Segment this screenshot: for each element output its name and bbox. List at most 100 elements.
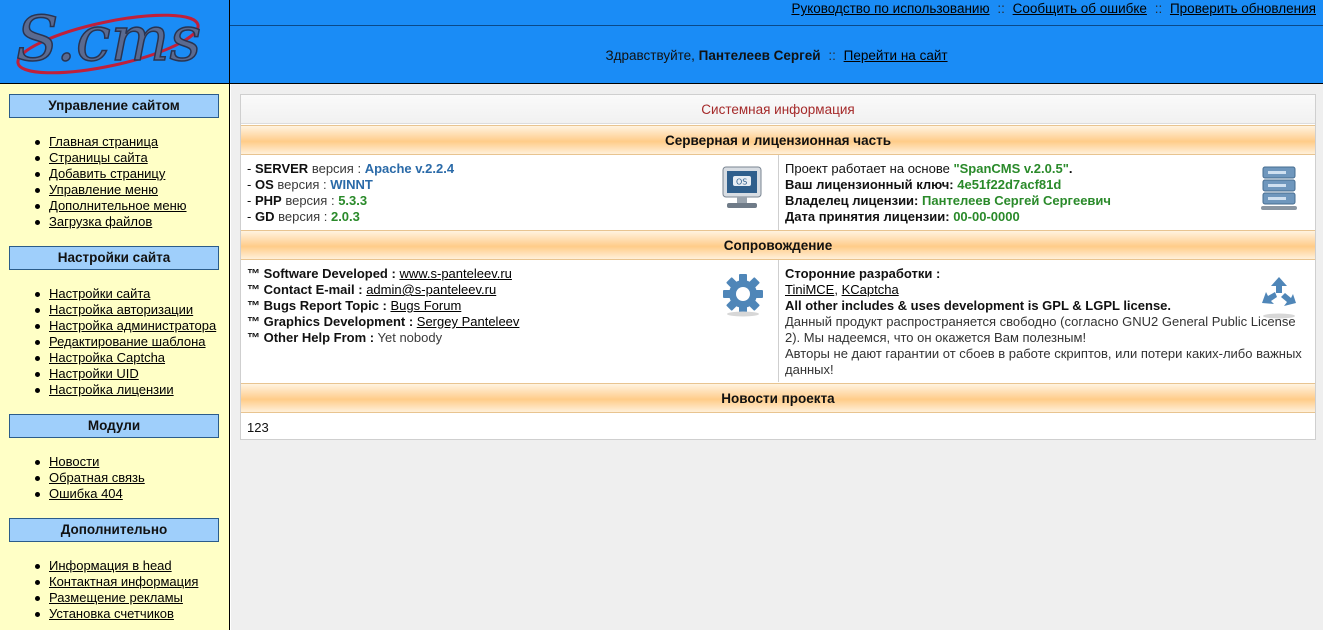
list-item: Настройка лицензии: [33, 382, 216, 398]
sidebar-item-settings[interactable]: Настройки сайта: [49, 286, 150, 301]
php-label: PHP: [254, 193, 282, 208]
bugs-label: ™ Bugs Report Topic :: [247, 298, 387, 313]
sidebar-item-captcha[interactable]: Настройка Captcha: [49, 350, 165, 365]
header-bar: Руководство по использованию :: Сообщить…: [230, 0, 1323, 84]
support-left: ™ Software Developed : www.s-panteleev.r…: [247, 266, 727, 346]
sidebar-head-site-settings: Настройки сайта: [9, 246, 219, 270]
developer-link[interactable]: www.s-panteleev.ru: [399, 266, 511, 281]
help-label: ™ Other Help From :: [247, 330, 375, 345]
list-item: Настройка авторизации: [33, 302, 216, 318]
key-value: 4e51f22d7acf81d: [957, 177, 1062, 192]
sidebar-list-modules: Новости Обратная связь Ошибка 404: [33, 454, 145, 502]
owner-value: Пантелеев Сергей Сергеевич: [922, 193, 1111, 208]
date-label: Дата принятия лицензии:: [785, 209, 950, 224]
greeting-prefix: Здравствуйте,: [605, 48, 695, 63]
sidebar-item-license[interactable]: Настройка лицензии: [49, 382, 174, 397]
news-section-header: Новости проекта: [241, 383, 1315, 413]
page-title: Системная информация: [241, 95, 1315, 124]
column-divider: [778, 260, 779, 382]
server-row: - SERVER версия : Apache v.2.2.4: [247, 161, 767, 177]
gpl-row: All other includes & uses development is…: [785, 298, 1305, 314]
list-item: Размещение рекламы: [33, 590, 198, 606]
os-value: WINNT: [330, 177, 373, 192]
gd-value: 2.0.3: [330, 209, 360, 224]
system-info-panel: Системная информация Серверная и лицензи…: [240, 94, 1316, 440]
sidebar-item-home[interactable]: Главная страница: [49, 134, 158, 149]
project-label: Проект работает на основе: [785, 161, 950, 176]
manual-link[interactable]: Руководство по использованию: [791, 1, 989, 16]
sidebar-item-head-info[interactable]: Информация в head: [49, 558, 172, 573]
project-row: Проект работает на основе "SpanCMS v.2.0…: [785, 161, 1073, 176]
license-info: Проект работает на основе "SpanCMS v.2.0…: [785, 161, 1255, 225]
third-party-row: Сторонние разработки :: [785, 266, 1305, 282]
list-item: Установка счетчиков: [33, 606, 198, 622]
graphics-link[interactable]: Sergey Panteleev: [417, 314, 520, 329]
dash: -: [247, 161, 252, 176]
header-divider: [230, 25, 1323, 26]
list-item: Обратная связь: [33, 470, 145, 486]
logo[interactable]: S.cms: [0, 0, 230, 84]
sidebar-list-site-management: Главная страница Страницы сайта Добавить…: [33, 134, 187, 230]
support-section-header: Сопровождение: [241, 230, 1315, 260]
key-row: Ваш лицензионный ключ: 4e51f22d7acf81d: [785, 177, 1255, 193]
main-content: Системная информация Серверная и лицензи…: [231, 84, 1323, 630]
sidebar-item-404[interactable]: Ошибка 404: [49, 486, 123, 501]
version-word: версия :: [311, 161, 362, 176]
email-link[interactable]: admin@s-panteleev.ru: [366, 282, 496, 297]
developer-row: ™ Software Developed : www.s-panteleev.r…: [247, 266, 727, 282]
sidebar-item-upload[interactable]: Загрузка файлов: [49, 214, 152, 229]
list-item: Настройки UID: [33, 366, 216, 382]
sidebar-item-auth[interactable]: Настройка авторизации: [49, 302, 193, 317]
svg-text:OS: OS: [736, 178, 747, 187]
sidebar-item-menu[interactable]: Управление меню: [49, 182, 158, 197]
user-name: Пантелеев Сергей: [698, 48, 821, 63]
os-label: OS: [254, 177, 274, 192]
email-label: ™ Contact E-mail :: [247, 282, 363, 297]
tinimce-link[interactable]: TiniMCE: [785, 282, 834, 297]
sidebar-item-admin[interactable]: Настройка администратора: [49, 318, 216, 333]
kcaptcha-link[interactable]: KCaptcha: [842, 282, 899, 297]
list-item: Управление меню: [33, 182, 187, 198]
list-item: Главная страница: [33, 134, 187, 150]
separator: ::: [1154, 1, 1163, 16]
sidebar-item-add-page[interactable]: Добавить страницу: [49, 166, 165, 181]
goto-site-link[interactable]: Перейти на сайт: [844, 48, 948, 63]
sidebar: Управление сайтом Главная страница Стран…: [0, 84, 230, 630]
list-item: Настройка администратора: [33, 318, 216, 334]
php-value: 5.3.3: [338, 193, 368, 208]
separator: ::: [828, 48, 836, 63]
project-value: "SpanCMS v.2.0.5": [953, 161, 1069, 176]
sidebar-list-site-settings: Настройки сайта Настройка авторизации На…: [33, 286, 216, 398]
recycle-icon: [1262, 277, 1296, 319]
list-item: Контактная информация: [33, 574, 198, 590]
logo-text: S.cms: [16, 2, 201, 75]
sidebar-item-news[interactable]: Новости: [49, 454, 99, 469]
sidebar-item-extra-menu[interactable]: Дополнительное меню: [49, 198, 187, 213]
sidebar-item-uid[interactable]: Настройки UID: [49, 366, 139, 381]
sidebar-item-feedback[interactable]: Обратная связь: [49, 470, 145, 485]
owner-label: Владелец лицензии:: [785, 193, 919, 208]
dash: -: [247, 177, 252, 192]
list-item: Ошибка 404: [33, 486, 145, 502]
list-item: Информация в head: [33, 558, 198, 574]
sidebar-item-template[interactable]: Редактирование шаблона: [49, 334, 206, 349]
report-bug-link[interactable]: Сообщить об ошибке: [1013, 1, 1147, 16]
sidebar-item-ads[interactable]: Размещение рекламы: [49, 590, 183, 605]
email-row: ™ Contact E-mail : admin@s-panteleev.ru: [247, 282, 727, 298]
help-value: Yet nobody: [377, 330, 443, 345]
sidebar-item-contacts[interactable]: Контактная информация: [49, 574, 198, 589]
sidebar-item-counters[interactable]: Установка счетчиков: [49, 606, 174, 621]
list-item: Загрузка файлов: [33, 214, 187, 230]
warranty-paragraph: Авторы не дают гарантии от сбоев в работ…: [785, 346, 1302, 377]
support-right: Сторонние разработки : TiniMCE, KCaptcha…: [785, 266, 1305, 378]
php-row: - PHP версия : 5.3.3: [247, 193, 767, 209]
gd-label: GD: [254, 209, 275, 224]
sidebar-head-modules: Модули: [9, 414, 219, 438]
check-updates-link[interactable]: Проверить обновления: [1170, 1, 1316, 16]
sidebar-item-pages[interactable]: Страницы сайта: [49, 150, 148, 165]
bugs-row: ™ Bugs Report Topic : Bugs Forum: [247, 298, 727, 314]
server-value: Apache v.2.2.4: [364, 161, 455, 176]
column-divider: [778, 155, 779, 231]
bugs-forum-link[interactable]: Bugs Forum: [391, 298, 462, 313]
server-section-header: Серверная и лицензионная часть: [241, 125, 1315, 155]
